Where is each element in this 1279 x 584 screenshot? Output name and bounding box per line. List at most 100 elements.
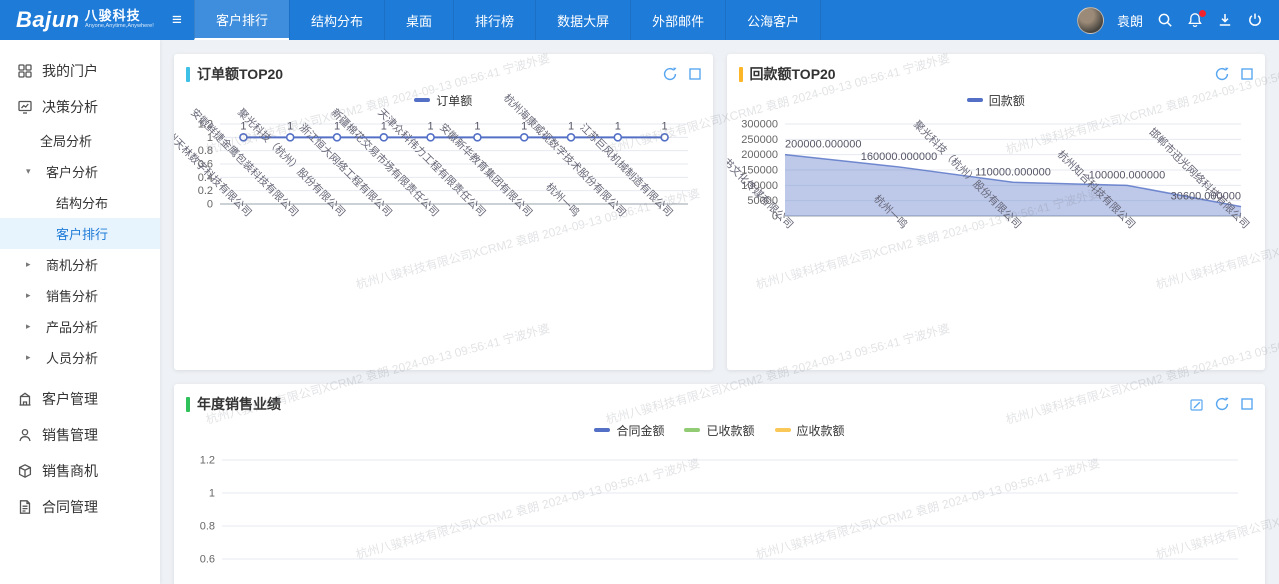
logo-cn-text: 八骏科技 — [85, 9, 171, 24]
edit-icon[interactable] — [1190, 398, 1203, 411]
sidebar-item-label: 决策分析 — [42, 97, 98, 117]
sidebar-item-customer-management[interactable]: 客户管理 — [0, 381, 160, 417]
svg-text:1: 1 — [662, 120, 668, 132]
svg-text:1: 1 — [428, 120, 434, 132]
nav-tabs: 客户排行 结构分布 桌面 排行榜 数据大屏 外部邮件 公海客户 — [194, 0, 821, 40]
sidebar-item-my-portal[interactable]: 我的门户 — [0, 53, 160, 89]
collapsed-arrow-icon: ▸ — [26, 290, 37, 301]
sidebar-item-contract-management[interactable]: 合同管理 — [0, 489, 160, 525]
analysis-monitor-icon — [17, 99, 33, 115]
card-orders-top20: 订单额TOP20 订单额 00.20.40.60.811.21杭州天林数字 — [174, 54, 713, 370]
legend-item-payments[interactable]: 回款额 — [967, 92, 1025, 109]
fullscreen-icon[interactable] — [689, 68, 701, 80]
sidebar-item-label: 客户排行 — [56, 224, 108, 243]
menu-toggle-icon[interactable]: ≡ — [160, 0, 194, 40]
sidebar-item-sales-management[interactable]: 销售管理 — [0, 417, 160, 453]
refresh-icon[interactable] — [1215, 397, 1229, 411]
svg-text:110000.000000: 110000.000000 — [975, 166, 1051, 178]
svg-text:1.2: 1.2 — [199, 455, 214, 467]
document-icon — [17, 499, 33, 515]
nav-tab-external-mail[interactable]: 外部邮件 — [630, 0, 725, 40]
legend-swatch — [684, 428, 700, 432]
sidebar-item-opportunity-analysis[interactable]: ▸ 商机分析 — [0, 249, 160, 280]
nav-tab-structure-distribution[interactable]: 结构分布 — [289, 0, 384, 40]
user-avatar[interactable] — [1077, 7, 1104, 34]
sidebar-item-sales-opportunity[interactable]: 销售商机 — [0, 453, 160, 489]
sidebar-item-label: 人员分析 — [46, 348, 98, 367]
notifications-bell-icon[interactable] — [1186, 12, 1203, 29]
collapsed-arrow-icon: ▸ — [26, 352, 37, 363]
sidebar: 我的门户 决策分析 全局分析 ▾ 客户分析 结构分布 客户排行 ▸ 商机分析 ▸… — [0, 40, 160, 584]
annual-performance-chart: 1.210.80.6 — [192, 446, 1248, 584]
svg-text:0.8: 0.8 — [198, 145, 213, 157]
legend-label: 合同金额 — [616, 422, 664, 439]
legend-swatch — [775, 428, 791, 432]
legend-swatch — [967, 98, 983, 102]
sidebar-item-label: 客户分析 — [46, 162, 98, 181]
chart-legend: 订单额 — [174, 90, 713, 110]
fullscreen-icon[interactable] — [1241, 398, 1253, 410]
power-logout-icon[interactable] — [1246, 12, 1263, 29]
svg-text:1: 1 — [287, 120, 293, 132]
user-name[interactable]: 袁朗 — [1117, 11, 1143, 30]
svg-text:0.6: 0.6 — [199, 554, 214, 566]
sidebar-item-label: 销售分析 — [46, 286, 98, 305]
building-icon — [17, 391, 33, 407]
refresh-icon[interactable] — [663, 67, 677, 81]
svg-text:250000: 250000 — [741, 134, 778, 146]
sidebar-item-personnel-analysis[interactable]: ▸ 人员分析 — [0, 342, 160, 373]
card-accent-bar — [186, 397, 190, 412]
card-payments-top20: 回款额TOP20 回款额 050000100000150000200000 — [727, 54, 1266, 370]
sidebar-item-label: 产品分析 — [46, 317, 98, 336]
person-icon — [17, 427, 33, 443]
nav-tab-public-sea-customers[interactable]: 公海客户 — [725, 0, 821, 40]
refresh-icon[interactable] — [1215, 67, 1229, 81]
svg-text:0.2: 0.2 — [198, 185, 213, 197]
collapsed-arrow-icon: ▸ — [26, 321, 37, 332]
notification-badge — [1199, 10, 1206, 17]
expanded-arrow-icon: ▾ — [26, 166, 37, 177]
svg-text:200000: 200000 — [741, 149, 778, 161]
legend-item-receivable-amount[interactable]: 应收款额 — [775, 422, 845, 439]
sidebar-item-decision-analysis[interactable]: 决策分析 — [0, 89, 160, 125]
legend-label: 应收款额 — [797, 422, 845, 439]
sidebar-item-customer-analysis[interactable]: ▾ 客户分析 — [0, 156, 160, 187]
main-content: 订单额TOP20 订单额 00.20.40.60.811.21杭州天林数字 — [160, 40, 1279, 584]
sidebar-item-label: 我的门户 — [42, 61, 98, 81]
cube-icon — [17, 463, 33, 479]
grid-icon — [17, 63, 33, 79]
legend-item-contract-amount[interactable]: 合同金额 — [594, 422, 664, 439]
nav-tab-customer-ranking[interactable]: 客户排行 — [194, 0, 289, 40]
sidebar-item-label: 销售商机 — [42, 461, 98, 481]
sidebar-item-label: 结构分布 — [56, 193, 108, 212]
app-logo[interactable]: Bajun 八骏科技 Anyone,Anytime,Anywhere! — [0, 0, 160, 40]
download-icon[interactable] — [1216, 12, 1233, 29]
svg-text:160000.000000: 160000.000000 — [860, 151, 936, 163]
collapsed-arrow-icon: ▸ — [26, 259, 37, 270]
svg-text:0: 0 — [207, 199, 213, 211]
sidebar-item-label: 客户管理 — [42, 389, 98, 409]
sidebar-item-label: 合同管理 — [42, 497, 98, 517]
legend-label: 回款额 — [989, 92, 1025, 109]
sidebar-item-sales-analysis[interactable]: ▸ 销售分析 — [0, 280, 160, 311]
legend-swatch — [594, 428, 610, 432]
orders-line-chart: 00.20.40.60.811.21杭州天林数字科技有限公司1安徽鲜捷金鹰包装科… — [180, 110, 702, 350]
legend-label: 订单额 — [436, 92, 472, 109]
nav-tab-leaderboard[interactable]: 排行榜 — [453, 0, 535, 40]
sidebar-item-label: 全局分析 — [40, 131, 92, 150]
legend-item-received-amount[interactable]: 已收款额 — [684, 422, 754, 439]
nav-tab-desktop[interactable]: 桌面 — [384, 0, 453, 40]
sidebar-item-customer-ranking[interactable]: 客户排行 — [0, 218, 160, 249]
sidebar-item-global-analysis[interactable]: 全局分析 — [0, 125, 160, 156]
search-icon[interactable] — [1156, 12, 1173, 29]
sidebar-item-structure-distribution[interactable]: 结构分布 — [0, 187, 160, 218]
sidebar-item-product-analysis[interactable]: ▸ 产品分析 — [0, 311, 160, 342]
fullscreen-icon[interactable] — [1241, 68, 1253, 80]
legend-swatch — [414, 98, 430, 102]
payments-area-chart: 0500001000001500002000002500003000002000… — [733, 110, 1255, 350]
legend-item-orders[interactable]: 订单额 — [414, 92, 472, 109]
navbar-right: 袁朗 — [1077, 0, 1279, 40]
sidebar-item-label: 销售管理 — [42, 425, 98, 445]
nav-tab-data-screen[interactable]: 数据大屏 — [535, 0, 630, 40]
chart-legend: 回款额 — [727, 90, 1266, 110]
